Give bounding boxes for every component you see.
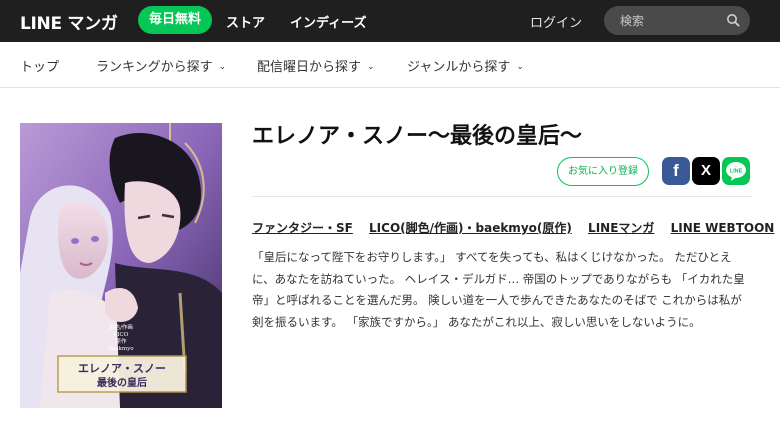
top-bar: LINE マンガ 毎日無料 ストア インディーズ ログイン: [0, 0, 780, 42]
subnav-top-label: トップ: [20, 60, 60, 75]
cover-credit-4: baekmyo: [108, 346, 134, 352]
sub-navigation: トップ ランキングから探す ⌄ 配信曜日から探す ⌄ ジャンルから探す ⌄: [0, 42, 780, 88]
chevron-down-icon: ⌄: [367, 62, 375, 72]
indies-tab[interactable]: インディーズ: [290, 12, 366, 31]
subnav-ranking-label: ランキングから探す: [96, 60, 213, 75]
tag-authors[interactable]: LICO(脚色/作画)・baekmyo(原作): [369, 221, 572, 235]
tag-genre[interactable]: ファンタジー・SF: [252, 221, 353, 235]
facebook-icon: f: [673, 161, 679, 180]
subnav-weekday-label: 配信曜日から探す: [257, 60, 362, 75]
chevron-down-icon: ⌄: [218, 62, 227, 72]
facebook-share-button[interactable]: f: [662, 157, 690, 185]
search-box: [604, 6, 750, 35]
search-input[interactable]: [620, 12, 720, 29]
subnav-weekday[interactable]: 配信曜日から探す ⌄: [257, 56, 375, 75]
add-to-favorites-button[interactable]: お気に入り登録: [557, 157, 649, 186]
x-share-button[interactable]: X: [692, 157, 720, 185]
subnav-genre-label: ジャンルから探す: [407, 60, 511, 75]
tag-list: ファンタジー・SF LICO(脚色/作画)・baekmyo(原作) LINEマン…: [252, 219, 780, 236]
line-icon: LINE: [726, 162, 746, 181]
line-icon-label: LINE: [730, 169, 743, 175]
daily-free-tab[interactable]: 毎日無料: [138, 6, 212, 34]
cover-credit-2: LICO: [114, 332, 129, 338]
store-tab[interactable]: ストア: [226, 12, 265, 31]
search-icon[interactable]: [726, 13, 740, 27]
cover-credit-1: 脚色/作画: [109, 323, 133, 331]
line-manga-logo[interactable]: LINE マンガ: [20, 9, 118, 34]
subnav-top[interactable]: トップ: [20, 56, 59, 75]
book-title: エレノア・スノー〜最後の皇后〜: [252, 124, 583, 149]
subnav-genre[interactable]: ジャンルから探す ⌄: [407, 56, 524, 75]
chevron-down-icon: ⌄: [516, 62, 524, 72]
cover-credit-3: 原作: [115, 337, 127, 345]
tag-line-webtoon[interactable]: LINE WEBTOON: [671, 221, 775, 235]
divider: [252, 196, 752, 197]
book-description: 「皇后になって陛下をお守りします。」 すべてを失っても、私はくじけなかった。 た…: [252, 250, 745, 329]
cover-title-line1: エレノア・スノー: [78, 362, 166, 375]
subnav-ranking[interactable]: ランキングから探す ⌄: [96, 56, 226, 75]
line-share-button[interactable]: LINE: [722, 157, 750, 185]
cover-title-line2: 最後の皇后: [97, 376, 147, 389]
tag-line-manga[interactable]: LINEマンガ: [588, 221, 654, 235]
x-icon: X: [700, 162, 711, 179]
login-link[interactable]: ログイン: [530, 12, 582, 31]
cover-image[interactable]: 脚色/作画 LICO 原作 baekmyo エレノア・スノー 最後の皇后: [20, 123, 222, 408]
